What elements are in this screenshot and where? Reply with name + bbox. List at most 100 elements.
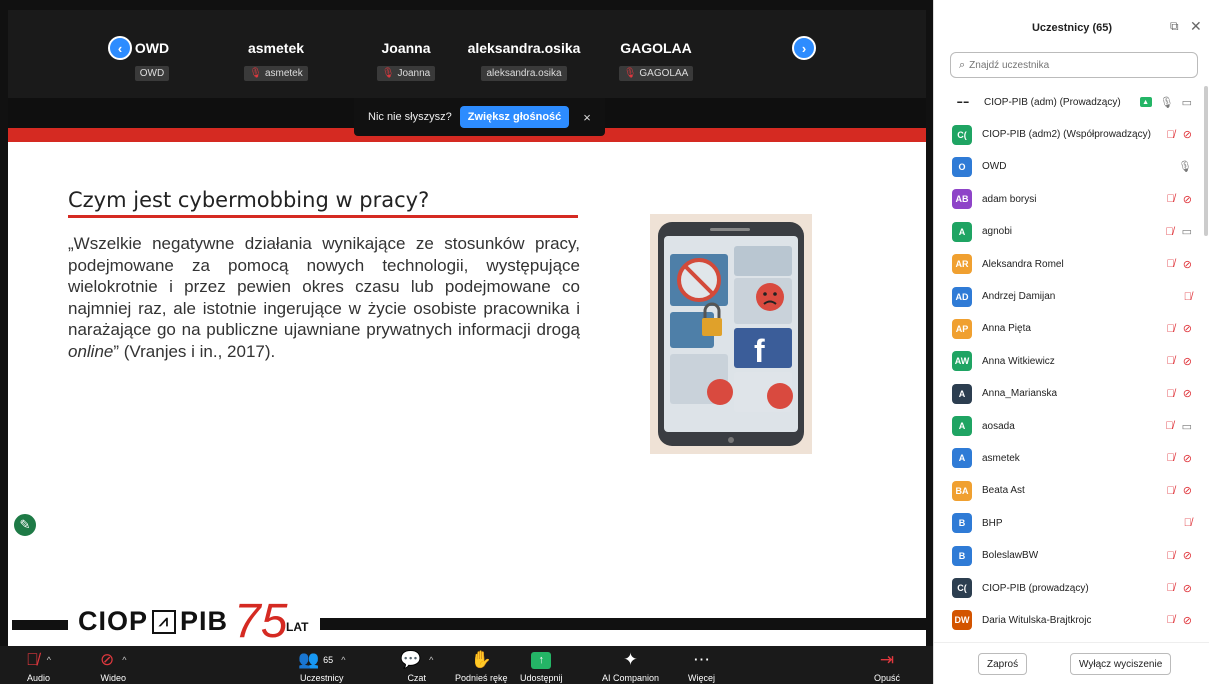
avatar: ▬ ▬ bbox=[952, 92, 974, 113]
mic-muted-icon: 🎙̸ bbox=[26, 650, 39, 669]
avatar: A bbox=[952, 221, 972, 242]
mic-muted-icon: 🎙̸ bbox=[1166, 258, 1175, 271]
participant-row[interactable]: B BHP 🎙̸ bbox=[934, 507, 1209, 539]
scrollbar[interactable] bbox=[1204, 86, 1208, 236]
leave-button[interactable]: ⇥ Opuść bbox=[874, 650, 900, 683]
close-notification-icon[interactable]: × bbox=[583, 110, 591, 125]
participant-row[interactable]: A Anna_Marianska 🎙̸ ⊘ bbox=[934, 378, 1209, 410]
participant-row[interactable]: Aaosada 🎙̸ ▭ bbox=[934, 410, 1209, 442]
participant-row[interactable]: AP Anna Pięta 🎙̸ ⊘ bbox=[934, 313, 1209, 345]
sparkle-icon: ✦ bbox=[623, 650, 638, 669]
popout-icon[interactable]: ⧉ bbox=[1170, 19, 1179, 34]
raise-hand-button[interactable]: ✋ Podnieś rękę bbox=[455, 650, 508, 683]
ai-companion-button[interactable]: ✦ AI Companion bbox=[602, 650, 659, 683]
more-label: Więcej bbox=[688, 673, 716, 683]
video-tile[interactable]: asmetek 🎙 asmetek bbox=[201, 10, 351, 98]
participant-name: BoleslawBW bbox=[982, 550, 1039, 562]
tile-name: GAGOLAA bbox=[620, 40, 692, 56]
participant-name: Beata Ast bbox=[982, 485, 1025, 497]
participant-name: agnobi bbox=[982, 226, 1013, 238]
more-button[interactable]: ⋯ Więcej bbox=[688, 650, 715, 683]
camera-off-icon: ⊘ bbox=[1182, 388, 1192, 401]
avatar: C( bbox=[952, 578, 972, 599]
participant-name: Andrzej Damijan bbox=[982, 291, 1056, 303]
mic-muted-icon: 🎙 bbox=[623, 68, 637, 79]
camera-icon: ▭ bbox=[1181, 96, 1192, 109]
chat-caret-icon[interactable]: ^ bbox=[429, 650, 433, 670]
audio-options-caret-icon[interactable]: ^ bbox=[47, 650, 51, 670]
participant-status: 🎙̸ ⊘ bbox=[1167, 345, 1192, 377]
participant-row[interactable]: AD Andrzej Damijan 🎙̸ bbox=[934, 280, 1209, 312]
participant-status: 🎙̸ ⊘ bbox=[1167, 572, 1192, 604]
participant-status: 🎙̸ ▭ bbox=[1165, 216, 1192, 248]
participant-row[interactable]: ▬ ▬ CIOP-PIB (adm) (Prowadzący) ▲ 🎙 ▭ bbox=[934, 86, 1209, 118]
chat-button[interactable]: 💬 ^ Czat bbox=[400, 650, 433, 683]
participant-row[interactable]: BA Beata Ast 🎙̸ ⊘ bbox=[934, 475, 1209, 507]
zoom-window: ‹ › OWD OWD asmetek 🎙 asmetek Joanna 🎙 Joanna al… bbox=[0, 0, 1209, 684]
participant-row[interactable]: Aagnobi 🎙̸ ▭ bbox=[934, 216, 1209, 248]
logo-bar-right bbox=[320, 618, 926, 630]
slide-footer-logo: CIOP ⩘ PIB 75 LAT bbox=[8, 595, 926, 646]
unmute-all-button[interactable]: Wyłącz wyciszenie bbox=[1070, 653, 1172, 675]
participant-status: ▲ 🎙 ▭ bbox=[1139, 86, 1192, 118]
participant-status: 🎙̸ ⊘ bbox=[1167, 118, 1192, 150]
participant-name: CIOP-PIB (adm) (Prowadzący) bbox=[984, 96, 1121, 108]
avatar: A bbox=[952, 448, 972, 469]
participants-button[interactable]: 👥 65 ^ Uczestnicy bbox=[298, 650, 345, 683]
camera-off-icon: ⊘ bbox=[1182, 258, 1192, 271]
participant-status: 🎙̸ ⊘ bbox=[1167, 378, 1192, 410]
video-tile[interactable]: GAGOLAA 🎙 GAGOLAA bbox=[581, 10, 731, 98]
tile-label-text: asmetek bbox=[264, 68, 303, 79]
strip-next-button[interactable]: › bbox=[792, 36, 816, 60]
close-icon[interactable]: ✕ bbox=[1190, 18, 1202, 35]
video-button[interactable]: ⊘ ^ Wideo bbox=[100, 650, 126, 683]
slide-body-italic: online bbox=[68, 341, 114, 361]
sharing-icon: ▲ bbox=[1139, 97, 1152, 108]
participant-row[interactable]: DW Daria Witulska-Brajtkrojc 🎙̸ ⊘ bbox=[934, 604, 1209, 636]
avatar: C( bbox=[952, 124, 972, 145]
participant-name: asmetek bbox=[982, 452, 1020, 464]
share-button[interactable]: ↑ Udostępnij bbox=[520, 650, 563, 683]
tile-label: 🎙 GAGOLAA bbox=[618, 66, 694, 81]
mic-muted-icon: 🎙 bbox=[381, 68, 395, 79]
avatar: A bbox=[952, 383, 972, 404]
mic-icon: 🎙 bbox=[1178, 161, 1192, 174]
avatar: AP bbox=[952, 318, 972, 339]
camera-off-icon: ⊘ bbox=[1182, 452, 1192, 465]
search-input[interactable] bbox=[969, 59, 1190, 71]
participant-name: OWD bbox=[982, 161, 1007, 173]
meeting-toolbar: 🎙̸ ^ Audio ⊘ ^ Wideo 👥 65 ^ Uczestnicy 💬 ^ Cz… bbox=[0, 646, 933, 684]
increase-volume-button[interactable]: Zwiększ głośność bbox=[459, 106, 570, 128]
invite-button[interactable]: Zaproś bbox=[978, 653, 1028, 675]
participant-row[interactable]: AB adam borysi 🎙̸ ⊘ bbox=[934, 183, 1209, 215]
participants-caret-icon[interactable]: ^ bbox=[341, 650, 345, 670]
camera-off-icon: ⊘ bbox=[100, 650, 115, 669]
logo-text-right: PIB bbox=[180, 606, 229, 636]
participant-row[interactable]: C(CIOP-PIB (adm2) (Współprowadzący) 🎙̸ ⊘ bbox=[934, 118, 1209, 150]
video-options-caret-icon[interactable]: ^ bbox=[122, 650, 126, 670]
participant-row[interactable]: B BoleslawBW 🎙̸ ⊘ bbox=[934, 539, 1209, 571]
avatar: AD bbox=[952, 286, 972, 307]
mic-muted-icon: 🎙̸ bbox=[1166, 193, 1175, 206]
tile-label-text: OWD bbox=[139, 68, 165, 79]
participant-row[interactable]: Aasmetek 🎙̸ ⊘ bbox=[934, 442, 1209, 474]
chat-icon: 💬 bbox=[400, 650, 422, 669]
participant-row[interactable]: O OWD 🎙 bbox=[934, 151, 1209, 183]
audio-button[interactable]: 🎙̸ ^ Audio bbox=[26, 650, 51, 683]
mic-muted-icon: 🎙̸ bbox=[1166, 549, 1175, 562]
participant-status: 🎙̸ ⊘ bbox=[1167, 183, 1192, 215]
video-tile[interactable]: aleksandra.osika aleksandra.osika bbox=[449, 10, 599, 98]
mic-muted-icon: 🎙 bbox=[249, 68, 262, 79]
tile-label: 🎙 asmetek bbox=[244, 66, 308, 81]
participant-row[interactable]: C(CIOP-PIB (prowadzący) 🎙̸ ⊘ bbox=[934, 572, 1209, 604]
participant-name: Aleksandra Romel bbox=[982, 258, 1064, 270]
search-box[interactable]: ⌕ bbox=[950, 52, 1198, 78]
avatar: AR bbox=[952, 254, 972, 275]
annotate-pencil-icon[interactable]: ✎ bbox=[12, 512, 38, 538]
participant-row[interactable]: AW Anna Witkiewicz 🎙̸ ⊘ bbox=[934, 345, 1209, 377]
video-strip: ‹ › OWD OWD asmetek 🎙 asmetek Joanna 🎙 Joanna al… bbox=[8, 10, 926, 98]
tile-name: asmetek bbox=[247, 40, 305, 56]
participants-list: ▬ ▬ CIOP-PIB (adm) (Prowadzący) ▲ 🎙 ▭ C(CIOP-… bbox=[934, 86, 1209, 642]
participant-row[interactable]: AR Aleksandra Romel 🎙̸ ⊘ bbox=[934, 248, 1209, 280]
participant-status: 🎙̸ ⊘ bbox=[1167, 475, 1192, 507]
